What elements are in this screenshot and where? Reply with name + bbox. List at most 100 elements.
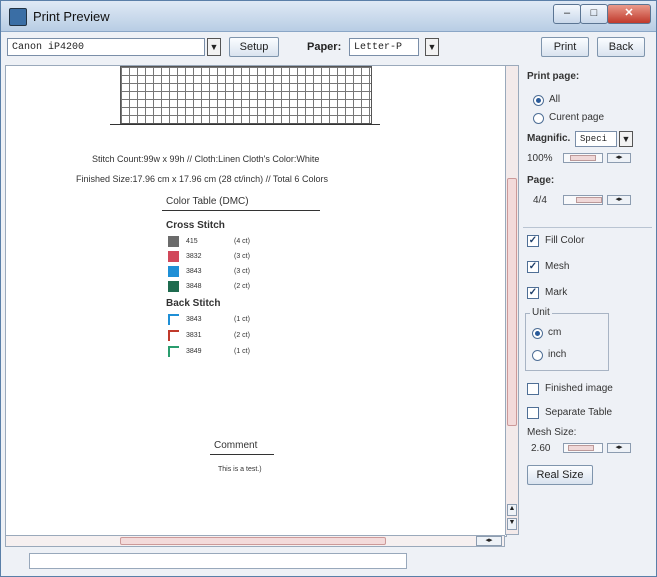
scroll-left-right-arrows[interactable]: ◂▸ [476,536,502,546]
back-button[interactable]: Back [597,37,645,57]
window-title: Print Preview [33,9,110,24]
minimize-button[interactable]: – [553,4,581,24]
back-stitch-count: (2 ct) [234,332,250,339]
page-value: 4/4 [533,195,547,206]
back-stitch-count: (1 ct) [234,348,250,355]
back-stitch-code: 3831 [186,332,202,339]
separate-table-label: Separate Table [545,407,613,418]
current-page-radio[interactable] [533,113,544,124]
back-stitch-swatch [168,346,179,357]
cross-stitch-count: (3 ct) [234,253,250,260]
back-stitch-title: Back Stitch [166,298,221,309]
mesh-size-step-buttons[interactable]: ◂▸ [607,443,631,453]
back-stitch-count: (1 ct) [234,316,250,323]
status-field [29,553,407,569]
cross-stitch-code: 3832 [186,253,202,260]
cross-stitch-code: 3848 [186,283,202,290]
pattern-grid [120,66,372,124]
print-preview-window: Print Preview – □ ✕ Canon iP4200 ▼ Setup… [0,0,657,577]
panel-divider [523,227,652,228]
magnification-dropdown-button[interactable]: ▼ [619,131,633,147]
back-stitch-code: 3849 [186,348,202,355]
display-options-panel: ✓ Fill Color ✓ Mesh ✓ Mark Unit cm inch … [523,231,652,547]
cm-label: cm [548,327,562,338]
cross-stitch-code: 3843 [186,268,202,275]
back-stitch-swatch [168,330,179,341]
mark-label: Mark [545,287,568,298]
scroll-up-arrow[interactable]: ▲ [507,504,517,516]
scroll-down-arrow[interactable]: ▼ [507,518,517,530]
zoom-step-buttons[interactable]: ◂▸ [607,153,631,163]
color-table-underline [162,210,320,211]
finished-size: Finished Size:17.96 cm x 17.96 cm (28 ct… [76,174,328,184]
inch-label: inch [548,349,567,360]
mesh-size-value: 2.60 [531,443,551,454]
mesh-size-slider[interactable] [563,443,603,453]
vertical-scroll-thumb[interactable] [507,178,517,426]
print-options-panel: Print page: All Curent page Magnific. Sp… [523,65,652,225]
print-page-label: Print page: [527,71,580,82]
vertical-scrollbar[interactable]: ▲ ▼ [505,65,519,535]
finished-image-checkbox[interactable] [527,383,539,395]
all-radio[interactable] [533,95,544,106]
fill-color-label: Fill Color [545,235,585,246]
mesh-size-label: Mesh Size: [527,427,577,438]
zoom-value: 100% [527,153,553,164]
app-icon [9,8,27,26]
horizontal-scrollbar[interactable]: ◂▸ [5,535,505,547]
back-stitch-swatch [168,314,179,325]
finished-image-label: Finished image [545,383,613,394]
real-size-button[interactable]: Real Size [527,465,593,485]
cross-stitch-count: (4 ct) [234,238,250,245]
paper-select[interactable]: Letter-P [349,38,419,56]
print-button[interactable]: Print [541,37,589,57]
magnification-label: Magnific. [527,133,571,144]
cross-stitch-code: 415 [186,238,198,245]
grid-ruler [110,124,380,125]
close-button[interactable]: ✕ [607,4,651,24]
mesh-label: Mesh [545,261,570,272]
title-bar: Print Preview – □ ✕ [1,1,656,32]
color-table-title: Color Table (DMC) [166,196,249,207]
cross-stitch-count: (2 ct) [234,283,250,290]
paper-dropdown-button[interactable]: ▼ [425,38,439,56]
magnification-select[interactable]: Speci [575,131,617,147]
printer-dropdown-button[interactable]: ▼ [207,38,221,56]
comment-underline [210,454,274,455]
current-page-label: Curent page [549,112,605,123]
horizontal-scroll-thumb[interactable] [120,537,386,545]
mesh-size-slider-thumb[interactable] [568,445,594,451]
unit-group: Unit cm inch [525,307,609,371]
preview-page: Stitch Count:99w x 99h // Cloth:Linen Cl… [5,65,507,537]
page-slider[interactable] [563,195,603,205]
cross-stitch-title: Cross Stitch [166,220,225,231]
cross-stitch-swatch [168,236,179,247]
zoom-slider[interactable] [563,153,603,163]
cm-radio[interactable] [532,328,543,339]
toolbar: Canon iP4200 ▼ Setup Paper: Letter-P ▼ P… [5,35,652,61]
page-step-buttons[interactable]: ◂▸ [607,195,631,205]
status-bar [5,549,652,573]
paper-label: Paper: [307,41,342,53]
comment-text: This is a test.) [218,466,262,473]
fill-color-checkbox[interactable]: ✓ [527,235,539,247]
separate-table-checkbox[interactable] [527,407,539,419]
options-panel: Print page: All Curent page Magnific. Sp… [523,65,652,547]
printer-select[interactable]: Canon iP4200 [7,38,205,56]
back-stitch-code: 3843 [186,316,202,323]
all-label: All [549,94,561,105]
cross-stitch-count: (3 ct) [234,268,250,275]
comment-title: Comment [214,440,258,451]
cross-stitch-swatch [168,251,179,262]
setup-button[interactable]: Setup [229,37,279,57]
mark-checkbox[interactable]: ✓ [527,287,539,299]
cross-stitch-swatch [168,281,179,292]
zoom-slider-thumb[interactable] [570,155,596,161]
unit-label: Unit [530,307,552,318]
inch-radio[interactable] [532,350,543,361]
maximize-button[interactable]: □ [580,4,608,24]
page-slider-thumb[interactable] [576,197,602,203]
mesh-checkbox[interactable]: ✓ [527,261,539,273]
cross-stitch-swatch [168,266,179,277]
page-label: Page: [527,175,555,186]
